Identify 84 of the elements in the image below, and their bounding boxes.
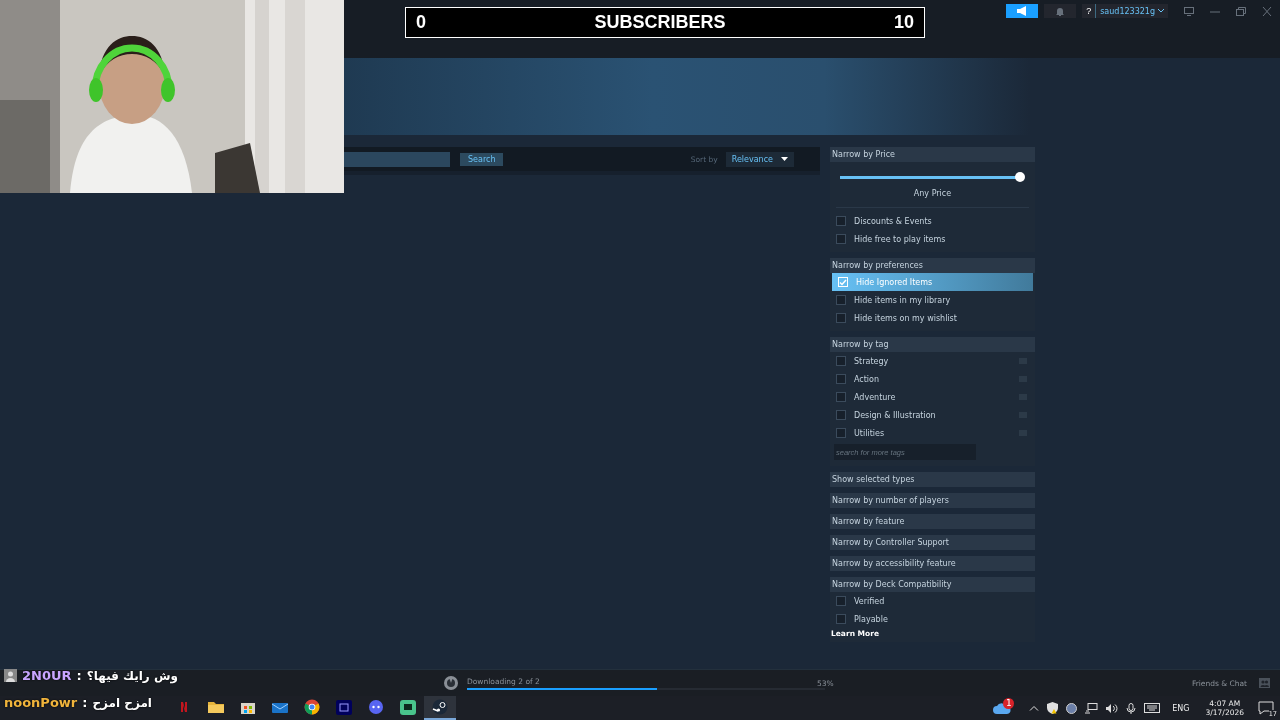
checkbox[interactable] [836, 392, 846, 402]
avatar-icon [4, 669, 17, 682]
chat-username: 2N0UR [22, 668, 72, 683]
option-label: Discounts & Events [854, 216, 933, 226]
option-label: Verified [854, 596, 886, 606]
filter-section-header[interactable]: Narrow by tag [830, 337, 1035, 352]
checkbox[interactable] [836, 410, 846, 420]
filter-section-header[interactable]: Narrow by number of players [830, 493, 1035, 508]
option-label: Playable [854, 614, 889, 624]
notifications-button[interactable] [1044, 4, 1077, 18]
filter-section-header[interactable]: Narrow by Deck Compatibility [830, 577, 1035, 592]
checkbox[interactable] [836, 356, 846, 366]
option-label: Hide Ignored Items [856, 277, 934, 287]
filter-option[interactable]: Discounts & Events [830, 212, 1035, 230]
filter-option[interactable]: Utilities [830, 424, 1035, 442]
chat-app-icon [400, 699, 416, 715]
chat-separator: : [82, 695, 88, 710]
envelope-icon [272, 700, 288, 714]
folder-icon [208, 700, 224, 714]
option-label: Strategy [854, 356, 890, 366]
search-field[interactable] [344, 151, 450, 167]
friends-icon[interactable] [1259, 678, 1270, 688]
checkbox[interactable] [836, 216, 846, 226]
filter-option[interactable]: Hide items in my library [830, 291, 1035, 309]
option-label: Design & Illustration [854, 410, 937, 420]
price-reading: Any Price [912, 189, 953, 198]
caret-icon [1158, 9, 1164, 13]
option-label: Hide items on my wishlist [854, 313, 958, 323]
filter-option[interactable]: Action [830, 370, 1035, 388]
filter-section-header[interactable]: Narrow by Controller Support [830, 535, 1035, 550]
filter-section-header[interactable]: Narrow by preferences [830, 258, 1035, 273]
keyboard-icon[interactable] [1144, 703, 1161, 713]
taskbar-app[interactable] [424, 696, 456, 720]
browser-icon [304, 699, 320, 715]
option-label: Adventure [854, 392, 897, 402]
checkbox[interactable] [836, 234, 846, 244]
sort-dropdown[interactable]: Relevance [725, 151, 794, 167]
checkbox[interactable] [836, 428, 846, 438]
filter-option[interactable]: Verified [830, 592, 1035, 610]
monitor-icon[interactable] [1184, 7, 1194, 16]
notification-badge: 1 [1003, 697, 1015, 709]
checkbox[interactable] [836, 313, 846, 323]
chat-message: امزح امزح [92, 695, 152, 710]
search-button[interactable]: Search [460, 152, 504, 166]
filter-section-header[interactable]: Narrow by feature [830, 514, 1035, 529]
speaker-icon[interactable] [1106, 702, 1119, 714]
microphone-icon[interactable] [1126, 702, 1137, 714]
restore-icon[interactable] [1236, 7, 1246, 16]
filter-section-header[interactable]: Show selected types [830, 472, 1035, 487]
checkbox[interactable] [836, 614, 846, 624]
option-label: Hide items in my library [854, 295, 952, 305]
price-slider[interactable] [840, 172, 1025, 182]
chevron-up-icon[interactable] [1029, 705, 1040, 711]
steam-logo-icon [432, 699, 448, 715]
chat-username: noonPowr [4, 695, 78, 710]
shield-icon[interactable] [1047, 702, 1059, 714]
announcement-button[interactable] [1006, 4, 1039, 18]
checkbox[interactable] [836, 374, 846, 384]
filter-option[interactable]: Design & Illustration [830, 406, 1035, 424]
filter-section-header[interactable]: Narrow by accessibility feature [830, 556, 1035, 571]
megaphone-icon [1016, 6, 1029, 16]
option-label: Utilities [854, 428, 886, 438]
subscriber-count: 0 [416, 12, 426, 33]
input-language[interactable]: ENG [1172, 703, 1190, 713]
subscriber-label: SUBSCRIBERS [594, 12, 726, 33]
filter-option[interactable]: Hide items on my wishlist [830, 309, 1035, 327]
bell-icon [1056, 6, 1065, 16]
filter-section-header[interactable]: Narrow by Price [830, 147, 1035, 162]
checkbox[interactable] [836, 295, 846, 305]
filter-option[interactable]: Adventure [830, 388, 1035, 406]
network-icon[interactable] [1085, 702, 1099, 714]
filter-option[interactable]: Playable [830, 610, 1035, 628]
subscriber-goal: 10 [893, 12, 914, 33]
filter-option[interactable]: Hide free to play items [830, 230, 1035, 248]
chat-message: وش رايك فيها؟ [86, 668, 178, 683]
option-label: Action [854, 374, 881, 384]
chat-separator: : [76, 668, 82, 683]
account-menu[interactable]: saud123321g [1096, 4, 1168, 18]
video-editor-icon [336, 699, 352, 715]
checkbox[interactable] [836, 596, 846, 606]
caret-icon [781, 157, 788, 161]
option-label: Hide free to play items [854, 234, 947, 244]
close-icon[interactable] [1262, 7, 1272, 16]
filter-option[interactable]: Strategy [830, 352, 1035, 370]
